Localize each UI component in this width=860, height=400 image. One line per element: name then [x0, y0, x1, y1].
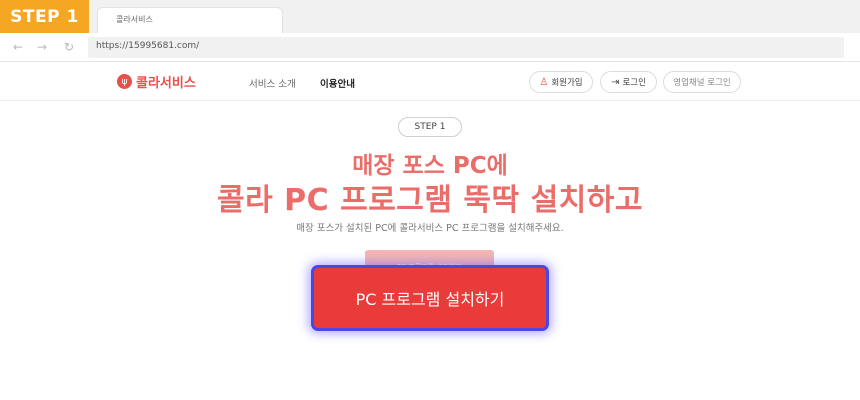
- browser-tab-title: 콜라서비스: [116, 15, 153, 24]
- logo-text: 콜라서비스: [136, 76, 196, 91]
- site-logo[interactable]: ψ 콜라서비스: [117, 72, 196, 91]
- arrow-right-icon[interactable]: →: [34, 39, 50, 55]
- url-field[interactable]: https://15995681.com/: [88, 37, 844, 58]
- login-icon: ⇥: [611, 76, 620, 88]
- step-pill: STEP 1: [398, 117, 462, 137]
- signup-label: 회원가입: [551, 78, 583, 88]
- login-button[interactable]: ⇥ 로그인: [600, 71, 657, 93]
- site-header: ψ 콜라서비스 서비스 소개 이용안내 ♙ 회원가입 ⇥ 로그인 영업채널 로그…: [0, 63, 860, 101]
- hero-subtext: 매장 포스가 설치된 PC에 콜라서비스 PC 프로그램을 설치해주세요.: [296, 223, 564, 234]
- cola-logo-icon: ψ: [117, 74, 132, 89]
- refresh-icon[interactable]: ↻: [61, 39, 77, 55]
- hero-headline-line2: 콜라 PC 프로그램 뚝딱 설치하고: [217, 183, 643, 218]
- browser-address-bar: ← → ↻ https://15995681.com/: [0, 33, 860, 62]
- install-pc-program-button[interactable]: PC 프로그램 설치하기: [311, 265, 549, 331]
- user-icon: ♙: [539, 76, 549, 88]
- sales-login-label: 영업채널 로그인: [673, 78, 731, 88]
- sales-channel-login-button[interactable]: 영업채널 로그인: [663, 71, 741, 93]
- nav-item-usage-guide[interactable]: 이용안내: [320, 76, 355, 90]
- browser-tab-bar: STEP 1 콜라서비스: [0, 0, 860, 33]
- step-badge: STEP 1: [0, 0, 89, 33]
- login-label: 로그인: [622, 78, 646, 88]
- signup-button[interactable]: ♙ 회원가입: [529, 71, 593, 93]
- nav-item-service-intro[interactable]: 서비스 소개: [249, 76, 296, 90]
- browser-tab[interactable]: 콜라서비스: [97, 7, 283, 33]
- arrow-left-icon[interactable]: ←: [10, 39, 26, 55]
